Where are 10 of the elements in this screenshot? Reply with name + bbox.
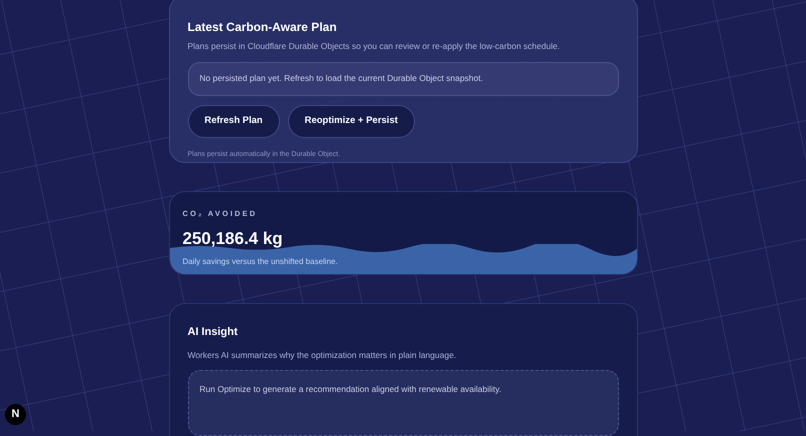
status-notice: No persisted plan yet. Refresh to load the current Durable Object snapshot. [188,62,618,96]
card-description: Workers AI summarizes why the optimization matters in plain language. [188,348,458,362]
card-title: AI Insight [188,325,239,340]
action-button[interactable]: Reoptimize + Persist [288,104,415,138]
action-button[interactable]: Refresh Plan [188,104,280,138]
metric-value: 250,186.4 kg [182,228,283,250]
card-description: Plans persist in Cloudflare Durable Objects so you can review or re-apply the low-carbon schedule. [188,40,561,53]
metric-caption: Daily savings versus the unshifted baseline. [182,256,338,268]
card-title: Latest Carbon-Aware Plan [188,19,338,36]
insight-message: Run Optimize to generate a recommendation aligned with renewable availability. [188,370,618,436]
